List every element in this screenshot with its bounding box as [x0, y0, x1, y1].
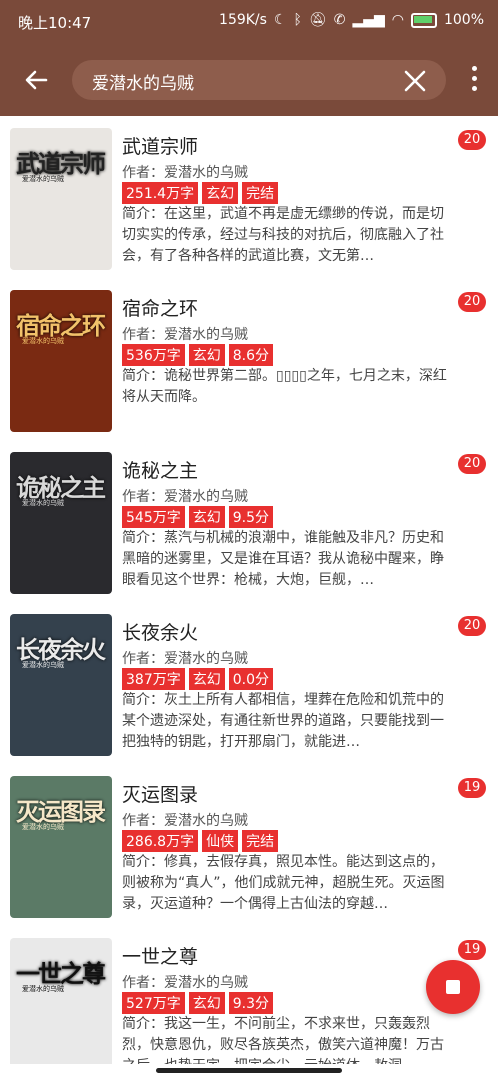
- book-description: 简介：修真，去假存真，照见本性。能达到这点的，则被称为“真人”，他们成就元神，超…: [122, 854, 445, 912]
- battery-icon: [410, 12, 437, 28]
- moon-icon: ☾: [273, 12, 287, 28]
- book-description: 简介：蒸汽与机械的浪潮中，谁能触及非凡？历史和黑暗的迷雾里，又是谁在耳语？我从诡…: [122, 530, 444, 588]
- book-cover[interactable]: 灭运图录 爱潜水的乌贼: [10, 776, 112, 918]
- search-input[interactable]: 爱潜水的乌贼: [92, 69, 194, 94]
- search-field[interactable]: 爱潜水的乌贼: [72, 60, 446, 100]
- mute-icon: 🔕︎: [308, 12, 327, 28]
- cover-author: 爱潜水的乌贼: [22, 985, 64, 993]
- cover-author: 爱潜水的乌贼: [22, 175, 64, 183]
- book-tag: 9.5分: [228, 506, 273, 528]
- stop-icon: [446, 980, 460, 994]
- status-bar: 晚上10:47 159K/s ☾ ᛒ 🔕︎ ✆ ▂▄▆ ◠ 100%: [0, 0, 498, 44]
- cover-author: 爱潜水的乌贼: [22, 499, 64, 507]
- bluetooth-icon: ᛒ: [293, 12, 302, 28]
- book-item[interactable]: 宿命之环 爱潜水的乌贼 宿命之环 作者：爱潜水的乌贼 536万字 玄幻 8.6分 简…: [0, 278, 498, 440]
- book-tag: 仙侠: [202, 830, 239, 852]
- book-title[interactable]: 长夜余火: [122, 618, 198, 645]
- more-vert-icon[interactable]: [472, 66, 478, 92]
- book-tag: 536万字: [122, 344, 185, 366]
- book-tags: 545万字 玄幻 9.5分: [122, 506, 273, 528]
- back-arrow-icon[interactable]: [22, 66, 50, 94]
- app-bar: 爱潜水的乌贼: [0, 44, 498, 116]
- book-title[interactable]: 一世之尊: [122, 942, 198, 969]
- chapter-count-badge: 19: [458, 778, 486, 798]
- book-author: 作者：爱潜水的乌贼: [122, 165, 248, 181]
- book-tag: 251.4万字: [122, 182, 199, 204]
- book-author: 作者：爱潜水的乌贼: [122, 327, 248, 343]
- status-time: 晚上10:47: [18, 14, 92, 32]
- chapter-count-badge: 20: [458, 292, 486, 312]
- book-tags: 387万字 玄幻 0.0分: [122, 668, 273, 690]
- book-tag: 玄幻: [188, 506, 225, 528]
- book-list[interactable]: 武道宗师 爱潜水的乌贼 武道宗师 作者：爱潜水的乌贼 251.4万字 玄幻 完结 简…: [0, 116, 498, 1080]
- book-tag: 9.3分: [228, 992, 273, 1014]
- battery-level: 100%: [443, 12, 484, 28]
- book-tag: 387万字: [122, 668, 185, 690]
- book-description: 简介：诡秘世界第二部。▯▯▯▯之年，七月之末，深红将从天而降。: [122, 368, 447, 405]
- book-tag: 8.6分: [228, 344, 273, 366]
- book-tag: 玄幻: [202, 182, 239, 204]
- book-tags: 527万字 玄幻 9.3分: [122, 992, 273, 1014]
- book-tag: 玄幻: [188, 992, 225, 1014]
- book-item[interactable]: 灭运图录 爱潜水的乌贼 灭运图录 作者：爱潜水的乌贼 286.8万字 仙侠 完结 简…: [0, 764, 498, 926]
- chapter-count-badge: 19: [458, 940, 486, 960]
- book-description: 简介：在这里，武道不再是虚无缥缈的传说，而是切切实实的传承，经过与科技的对抗后，…: [122, 206, 444, 264]
- book-title[interactable]: 诡秘之主: [122, 456, 198, 483]
- network-speed: 159K/s: [219, 12, 267, 28]
- status-icons: 159K/s ☾ ᛒ 🔕︎ ✆ ▂▄▆ ◠ 100%: [219, 12, 484, 28]
- book-tag: 0.0分: [228, 668, 273, 690]
- clear-icon[interactable]: [402, 65, 428, 102]
- wifi-icon: ◠: [391, 12, 404, 28]
- book-author: 作者：爱潜水的乌贼: [122, 489, 248, 505]
- book-author: 作者：爱潜水的乌贼: [122, 975, 248, 991]
- book-tag: 玄幻: [188, 344, 225, 366]
- book-tags: 286.8万字 仙侠 完结: [122, 830, 279, 852]
- chapter-count-badge: 20: [458, 616, 486, 636]
- book-tag: 286.8万字: [122, 830, 199, 852]
- book-title[interactable]: 武道宗师: [122, 132, 198, 159]
- book-item[interactable]: 诡秘之主 爱潜水的乌贼 诡秘之主 作者：爱潜水的乌贼 545万字 玄幻 9.5分 简…: [0, 440, 498, 602]
- book-tag: 545万字: [122, 506, 185, 528]
- call-icon: ✆: [333, 12, 346, 28]
- book-cover[interactable]: 宿命之环 爱潜水的乌贼: [10, 290, 112, 432]
- book-cover[interactable]: 长夜余火 爱潜水的乌贼: [10, 614, 112, 756]
- cover-author: 爱潜水的乌贼: [22, 661, 64, 669]
- cover-author: 爱潜水的乌贼: [22, 337, 64, 345]
- book-tags: 251.4万字 玄幻 完结: [122, 182, 279, 204]
- book-cover[interactable]: 诡秘之主 爱潜水的乌贼: [10, 452, 112, 594]
- book-tags: 536万字 玄幻 8.6分: [122, 344, 273, 366]
- book-cover[interactable]: 武道宗师 爱潜水的乌贼: [10, 128, 112, 270]
- stop-button[interactable]: [426, 960, 480, 1014]
- chapter-count-badge: 20: [458, 454, 486, 474]
- nav-bar: [0, 1064, 498, 1080]
- book-title[interactable]: 灭运图录: [122, 780, 198, 807]
- chapter-count-badge: 20: [458, 130, 486, 150]
- book-item[interactable]: 长夜余火 爱潜水的乌贼 长夜余火 作者：爱潜水的乌贼 387万字 玄幻 0.0分 简…: [0, 602, 498, 764]
- book-title[interactable]: 宿命之环: [122, 294, 198, 321]
- book-tag: 完结: [242, 830, 279, 852]
- book-author: 作者：爱潜水的乌贼: [122, 651, 248, 667]
- cover-author: 爱潜水的乌贼: [22, 823, 64, 831]
- book-cover[interactable]: 一世之尊 爱潜水的乌贼: [10, 938, 112, 1080]
- book-description: 简介：灰土上所有人都相信，埋葬在危险和饥荒中的某个遗迹深处，有通往新世界的道路，…: [122, 692, 444, 750]
- book-tag: 完结: [242, 182, 279, 204]
- home-indicator[interactable]: [156, 1068, 342, 1073]
- book-author: 作者：爱潜水的乌贼: [122, 813, 248, 829]
- book-tag: 玄幻: [188, 668, 225, 690]
- book-item[interactable]: 一世之尊 爱潜水的乌贼 一世之尊 作者：爱潜水的乌贼 527万字 玄幻 9.3分 简…: [0, 926, 498, 1080]
- book-tag: 527万字: [122, 992, 185, 1014]
- signal-icon: ▂▄▆: [352, 12, 385, 28]
- book-item[interactable]: 武道宗师 爱潜水的乌贼 武道宗师 作者：爱潜水的乌贼 251.4万字 玄幻 完结 简…: [0, 116, 498, 278]
